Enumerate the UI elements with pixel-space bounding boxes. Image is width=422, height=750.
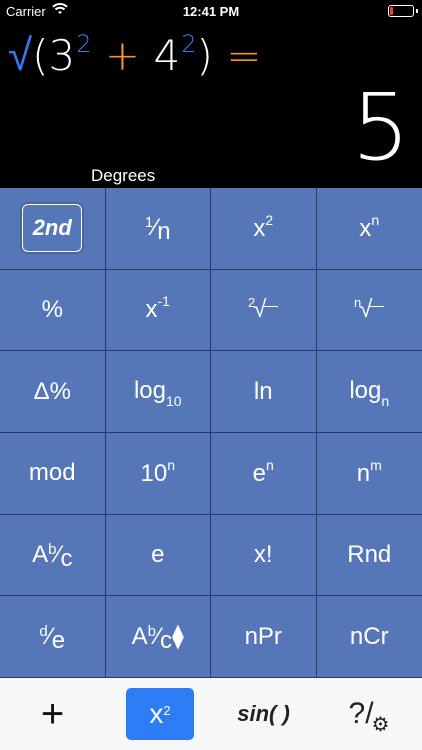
factorial-key[interactable]: x!	[211, 514, 317, 597]
status-bar: Carrier 12:41 PM	[0, 0, 422, 24]
percent-key[interactable]: %	[0, 269, 106, 352]
close-paren: )	[196, 31, 213, 80]
reciprocal-key[interactable]: 1⁄n	[105, 188, 211, 270]
function-keypad: 2nd 1⁄n x2 xn % x-1 2√ n√ Δ% log10 ln lo…	[0, 188, 422, 678]
n-power-m-key[interactable]: nm	[316, 433, 422, 515]
gear-icon: ⚙	[371, 713, 390, 736]
inverse-key[interactable]: x-1	[105, 269, 211, 352]
square-key[interactable]: x2	[211, 188, 317, 270]
random-key[interactable]: Rnd	[316, 515, 422, 597]
equals-sign: =	[226, 31, 262, 80]
logn-key[interactable]: logn	[316, 351, 422, 433]
clock: 12:41 PM	[182, 4, 240, 19]
diamond-icon: ⧫	[172, 623, 184, 651]
help-settings-button[interactable]: ?/⚙	[316, 678, 422, 750]
ten-power-key[interactable]: 10n	[105, 432, 211, 515]
fraction-toggle-key[interactable]: Ab⁄c⧫	[105, 596, 211, 678]
ln-key[interactable]: ln	[211, 351, 317, 433]
angle-mode-label[interactable]: Degrees	[91, 166, 155, 186]
functions-tab-button[interactable]: x2	[126, 688, 194, 740]
decimal-fraction-key[interactable]: d⁄e	[0, 596, 106, 678]
nth-root-key[interactable]: n√	[316, 270, 422, 352]
permutation-key[interactable]: nPr	[211, 596, 317, 678]
help-icon: ?/	[348, 697, 374, 730]
battery-icon	[388, 5, 414, 17]
plus-icon: +	[40, 691, 65, 736]
power-key[interactable]: xn	[316, 188, 422, 270]
operand-b: 4	[153, 31, 181, 80]
combination-key[interactable]: nCr	[316, 596, 422, 678]
result-display: 5	[351, 74, 410, 181]
operand-a-exponent: 2	[76, 30, 92, 58]
percent-change-key[interactable]: Δ%	[0, 351, 106, 433]
open-paren: (	[32, 31, 49, 80]
mod-key[interactable]: mod	[0, 432, 106, 515]
fraction-key[interactable]: Ab⁄c	[0, 514, 106, 597]
second-label: 2nd	[22, 204, 83, 253]
operand-a: 3	[48, 31, 76, 80]
plus-operator: +	[104, 31, 141, 80]
add-tab-button[interactable]: +	[0, 678, 105, 750]
log10-key[interactable]: log10	[105, 351, 211, 433]
trig-tab-button[interactable]: sin( )	[211, 678, 316, 750]
e-key[interactable]: e	[105, 514, 211, 597]
second-key[interactable]: 2nd	[0, 188, 106, 270]
operand-b-exponent: 2	[181, 30, 197, 58]
sqrt-symbol: √	[8, 30, 33, 81]
square-root-key[interactable]: 2√	[211, 269, 317, 352]
battery-tip	[416, 9, 418, 13]
bottom-toolbar: + x2 sin( ) ?/⚙	[0, 678, 422, 750]
expression-display: √(32 + 42) =	[8, 28, 261, 84]
e-power-key[interactable]: en	[211, 432, 317, 515]
